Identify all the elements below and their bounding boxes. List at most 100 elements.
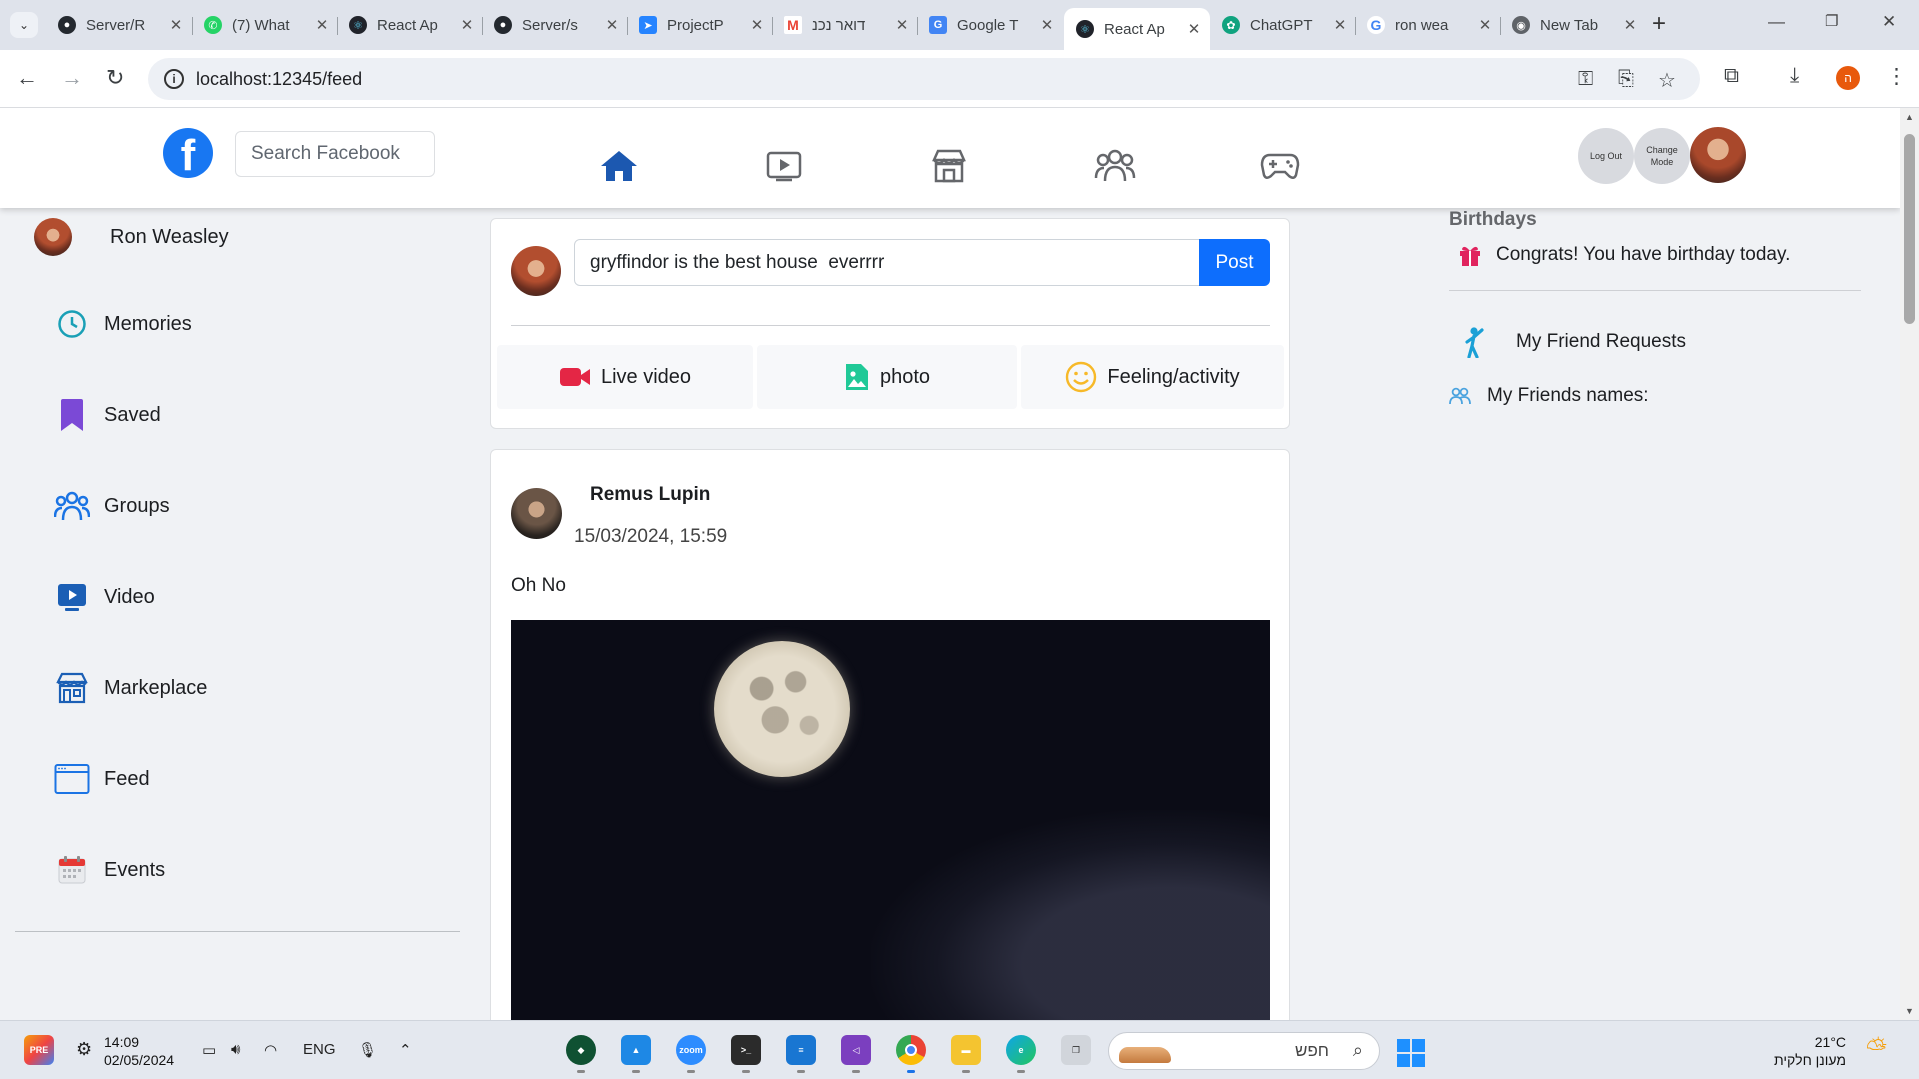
photos-app-icon[interactable]: ▲: [621, 1035, 651, 1073]
post-author[interactable]: Remus Lupin: [590, 484, 710, 506]
tab-jira[interactable]: ➤ ProjectP ✕: [627, 8, 773, 42]
search-input[interactable]: [235, 131, 435, 177]
copilot-icon[interactable]: PRE: [24, 1035, 54, 1065]
sidebar-item-saved[interactable]: Saved: [54, 393, 161, 437]
volume-icon[interactable]: 🔊︎: [231, 1041, 240, 1058]
post-image[interactable]: [511, 620, 1270, 1020]
profile-avatar[interactable]: ה: [1836, 66, 1860, 90]
nav-home-icon[interactable]: [597, 146, 641, 186]
tab-github-2[interactable]: ● Server/s ✕: [482, 8, 628, 42]
wifi-icon[interactable]: ◠: [264, 1041, 277, 1059]
close-tab-icon[interactable]: ✕: [168, 16, 184, 34]
tab-title: New Tab: [1540, 16, 1599, 34]
close-tab-icon[interactable]: ✕: [1332, 16, 1348, 34]
friend-requests-link[interactable]: My Friend Requests: [1464, 326, 1686, 358]
header-avatar[interactable]: [1690, 127, 1746, 183]
microphone-icon[interactable]: 🎙︎: [358, 1041, 377, 1059]
chrome-app-icon[interactable]: [896, 1035, 926, 1073]
calendar-icon: [54, 852, 90, 888]
nav-gaming-icon[interactable]: [1258, 146, 1302, 186]
visual-studio-app-icon[interactable]: ◁: [841, 1035, 871, 1073]
post-button[interactable]: Post: [1199, 239, 1270, 286]
sidebar-user[interactable]: Ron Weasley: [34, 218, 229, 256]
tab-google-search[interactable]: G ron wea ✕: [1355, 8, 1501, 42]
address-bar[interactable]: i localhost:12345/feed ⚿ ⎘ ☆: [148, 58, 1700, 100]
news-widget-icon[interactable]: ⚙: [76, 1039, 92, 1060]
site-info-icon[interactable]: i: [164, 69, 184, 89]
weather-icon[interactable]: ⛅︎: [1866, 1033, 1887, 1065]
nav-marketplace-icon[interactable]: [927, 146, 971, 186]
avatar: [34, 218, 72, 256]
sidebar-item-marketplace[interactable]: Markeplace: [54, 666, 207, 710]
tab-search-dropdown[interactable]: ⌄: [10, 12, 38, 38]
close-tab-icon[interactable]: ✕: [1186, 20, 1202, 38]
sidebar-item-feed[interactable]: Feed: [54, 757, 150, 801]
language-indicator[interactable]: ENG: [303, 1041, 336, 1058]
reload-icon[interactable]: ↻: [106, 65, 124, 91]
tab-github-1[interactable]: ● Server/R ✕: [46, 8, 192, 42]
terminal-app-icon[interactable]: >_: [731, 1035, 761, 1073]
taskbar-search[interactable]: חפש ⌕: [1108, 1032, 1380, 1070]
nav-groups-icon[interactable]: [1093, 146, 1137, 186]
close-tab-icon[interactable]: ✕: [314, 16, 330, 34]
close-tab-icon[interactable]: ✕: [1622, 16, 1638, 34]
sidebar-item-events[interactable]: Events: [54, 848, 165, 892]
edge-app-icon[interactable]: e: [1006, 1035, 1036, 1073]
browser-menu-icon[interactable]: ⋮: [1886, 64, 1907, 89]
task-view-app-icon[interactable]: ❐: [1061, 1035, 1091, 1065]
file-explorer-app-icon[interactable]: ▬: [951, 1035, 981, 1073]
forward-icon[interactable]: →: [61, 65, 83, 91]
photo-button[interactable]: photo: [757, 345, 1017, 409]
logout-button[interactable]: Log Out: [1578, 128, 1634, 184]
close-tab-icon[interactable]: ✕: [1039, 16, 1055, 34]
zoom-app-icon[interactable]: zoom: [676, 1035, 706, 1073]
scroll-up-icon[interactable]: ▲: [1905, 112, 1914, 122]
bookmark-star-icon[interactable]: ☆: [1658, 68, 1676, 93]
sidebar-item-groups[interactable]: Groups: [54, 484, 170, 528]
user-name: Ron Weasley: [110, 225, 229, 248]
tab-gmail[interactable]: M דואר נכנ ✕: [772, 8, 918, 42]
password-key-icon[interactable]: ⚿: [1578, 68, 1593, 91]
scrollbar-thumb[interactable]: [1904, 134, 1915, 324]
close-tab-icon[interactable]: ✕: [459, 16, 475, 34]
facebook-logo-icon[interactable]: f: [163, 128, 213, 178]
battery-icon[interactable]: ▭: [202, 1041, 216, 1059]
close-tab-icon[interactable]: ✕: [604, 16, 620, 34]
live-video-button[interactable]: Live video: [497, 345, 753, 409]
nav-video-icon[interactable]: [762, 146, 806, 186]
sidebar-item-video[interactable]: Video: [54, 575, 155, 619]
post-text-input[interactable]: [574, 239, 1202, 286]
tab-whatsapp[interactable]: ✆ (7) What ✕: [192, 8, 338, 42]
extensions-icon[interactable]: ⧉: [1724, 64, 1739, 88]
tab-chatgpt[interactable]: ✿ ChatGPT ✕: [1210, 8, 1356, 42]
chatgpt-icon: ✿: [1222, 16, 1240, 34]
page-scrollbar[interactable]: ▲ ▼: [1900, 108, 1919, 1020]
notepad-app-icon[interactable]: ≡: [786, 1035, 816, 1073]
window-close-icon[interactable]: ✕: [1882, 12, 1896, 32]
weather-widget[interactable]: 21°C מעונן חלקית: [1774, 1033, 1846, 1069]
download-icon[interactable]: ⤓: [1790, 64, 1799, 88]
close-tab-icon[interactable]: ✕: [1477, 16, 1493, 34]
tab-react-active[interactable]: ⚛ React Ap ✕: [1064, 8, 1210, 50]
taskbar-clock[interactable]: 14:09 02/05/2024: [104, 1033, 174, 1069]
minimize-icon[interactable]: —: [1768, 12, 1785, 32]
restore-icon[interactable]: ❐: [1825, 12, 1838, 30]
install-app-icon[interactable]: ⎘: [1618, 68, 1634, 91]
new-tab-button[interactable]: +: [1652, 12, 1666, 36]
windows-start-icon[interactable]: [1397, 1039, 1425, 1067]
post-author-avatar[interactable]: [511, 488, 562, 539]
tab-react-1[interactable]: ⚛ React Ap ✕: [337, 8, 483, 42]
scroll-down-icon[interactable]: ▼: [1905, 1006, 1914, 1016]
change-mode-button[interactable]: Change Mode: [1634, 128, 1690, 184]
close-tab-icon[interactable]: ✕: [749, 16, 765, 34]
mongodb-app-icon[interactable]: ◆: [566, 1035, 596, 1073]
tab-new-tab[interactable]: ◉ New Tab ✕: [1500, 8, 1646, 42]
feeling-activity-button[interactable]: Feeling/activity: [1021, 345, 1284, 409]
close-tab-icon[interactable]: ✕: [894, 16, 910, 34]
tab-google-translate[interactable]: G Google T ✕: [917, 8, 1063, 42]
url-text: localhost:12345/feed: [196, 68, 363, 89]
sidebar-item-memories[interactable]: Memories: [54, 302, 192, 346]
show-hidden-icons-icon[interactable]: ⌃: [399, 1041, 412, 1059]
back-icon[interactable]: ←: [16, 65, 38, 91]
sidebar-item-label: Saved: [104, 403, 161, 426]
